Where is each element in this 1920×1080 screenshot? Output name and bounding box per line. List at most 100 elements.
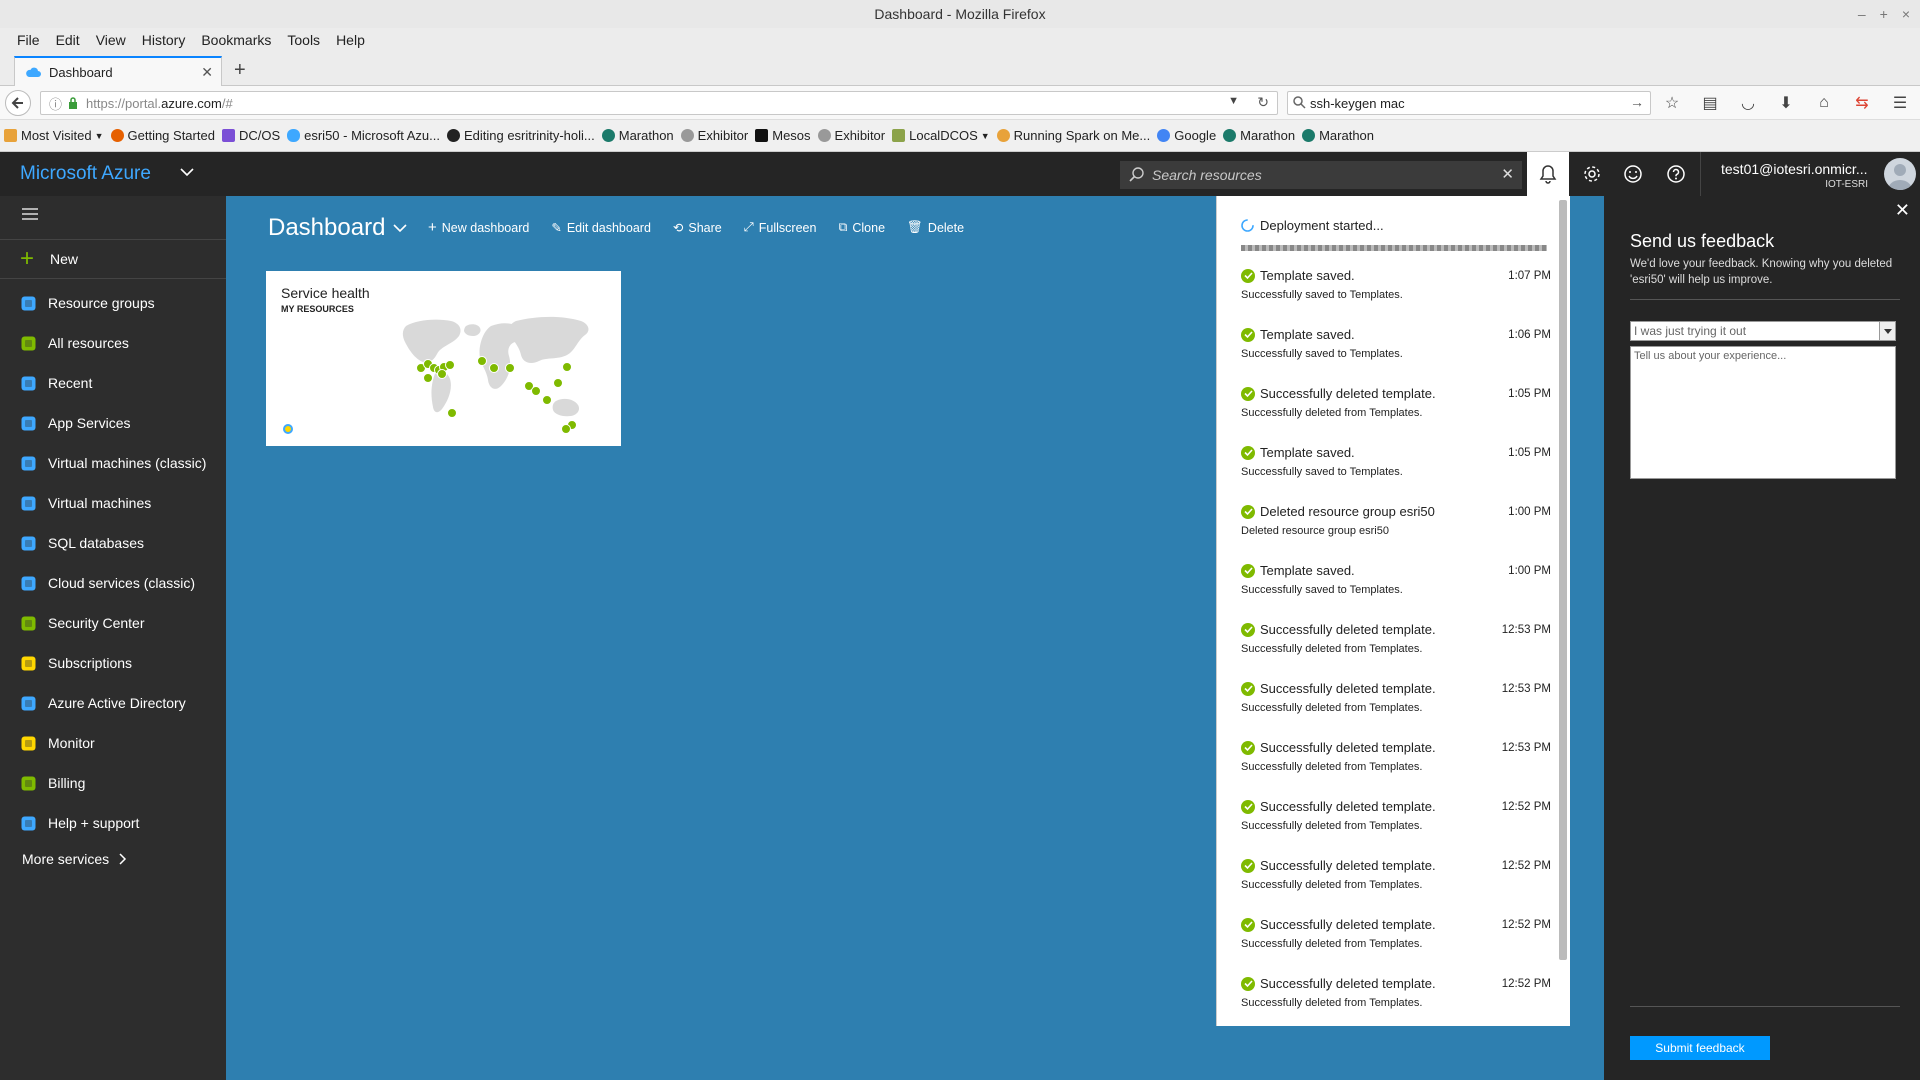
sidebar-item-recent[interactable]: Recent: [0, 363, 226, 403]
share-button[interactable]: ⟲ Share: [673, 219, 722, 236]
more-services-link[interactable]: More services: [22, 851, 127, 867]
bookmark-getting-started[interactable]: Getting Started: [110, 128, 215, 143]
notifications-scrollbar[interactable]: [1559, 200, 1567, 960]
notification-item[interactable]: Template saved. Successfully saved to Tem…: [1241, 563, 1551, 619]
sidebar-item-subscriptions[interactable]: Subscriptions: [0, 643, 226, 683]
bookmark-mesos[interactable]: Mesos: [755, 128, 811, 143]
bookmark-most-visited[interactable]: Most Visited ▼: [4, 128, 104, 143]
menu-tools[interactable]: Tools: [279, 32, 328, 48]
search-value: ssh-keygen mac: [1310, 95, 1405, 111]
service-health-tile[interactable]: Service health MY RESOURCES: [266, 271, 621, 446]
bookmark-running-spark[interactable]: Running Spark on Me...: [996, 128, 1150, 143]
notification-item[interactable]: Successfully deleted template. Successful…: [1241, 681, 1551, 737]
pocket-icon[interactable]: ◡: [1738, 93, 1758, 113]
sidebar-item-cloud-services-classic[interactable]: Cloud services (classic): [0, 563, 226, 603]
sidebar-item-virtual-machines[interactable]: Virtual machines: [0, 483, 226, 523]
marathon-icon: [1223, 129, 1237, 142]
sync-arrows-icon[interactable]: ⇆: [1852, 93, 1872, 113]
feedback-textarea[interactable]: Tell us about your experience...: [1630, 346, 1896, 479]
tab-dashboard[interactable]: Dashboard ✕: [14, 56, 222, 86]
user-account-menu[interactable]: test01@iotesri.onmicr... IOT-ESRI: [1700, 152, 1920, 196]
sidebar-item-help-support[interactable]: Help + support: [0, 803, 226, 843]
lock-icon[interactable]: [68, 97, 78, 109]
help-button[interactable]: [1655, 152, 1697, 196]
resource-search-input[interactable]: Search resources ✕: [1120, 161, 1522, 189]
feedback-reason-select[interactable]: I was just trying it out: [1630, 321, 1896, 341]
chevron-down-icon[interactable]: [180, 168, 194, 177]
search-go-icon[interactable]: →: [1630, 94, 1644, 110]
sidebar-item-label: Billing: [48, 775, 86, 791]
sidebar-new-button[interactable]: + New: [0, 239, 226, 279]
notification-item[interactable]: Template saved. Successfully saved to Tem…: [1241, 445, 1551, 501]
sidebar-item-resource-groups[interactable]: Resource groups: [0, 283, 226, 323]
notification-item[interactable]: Deleted resource group esri50 Deleted res…: [1241, 504, 1551, 560]
menu-history[interactable]: History: [134, 32, 194, 48]
bookmark-marathon[interactable]: Marathon: [601, 128, 674, 143]
menu-bookmarks[interactable]: Bookmarks: [193, 32, 279, 48]
url-bar[interactable]: ⓘ https://portal. azure.com/# ▼ ↻: [40, 91, 1278, 115]
close-icon[interactable]: ✕: [1895, 200, 1910, 221]
notification-item[interactable]: Successfully deleted template. Successful…: [1241, 858, 1551, 914]
submit-feedback-button[interactable]: Submit feedback: [1630, 1036, 1770, 1060]
sidebar-item-app-services[interactable]: App Services: [0, 403, 226, 443]
feedback-smiley-button[interactable]: [1612, 152, 1654, 196]
home-icon[interactable]: ⌂: [1814, 93, 1834, 113]
notification-item[interactable]: Successfully deleted template. Successful…: [1241, 799, 1551, 855]
clear-search-icon[interactable]: ✕: [1501, 165, 1514, 183]
dashboard-title-selector[interactable]: Dashboard: [268, 214, 407, 242]
delete-button[interactable]: 🗑 Delete: [907, 219, 964, 236]
notification-item[interactable]: Successfully deleted template. Successful…: [1241, 740, 1551, 796]
bookmark-exhibitor-2[interactable]: Exhibitor: [817, 128, 885, 143]
notification-item[interactable]: Successfully deleted template. Successful…: [1241, 622, 1551, 678]
notification-item[interactable]: Template saved. Successfully saved to Tem…: [1241, 327, 1551, 383]
download-icon[interactable]: ⬇: [1776, 93, 1796, 113]
settings-button[interactable]: [1571, 152, 1613, 196]
star-icon[interactable]: ☆: [1662, 93, 1682, 113]
minimize-icon[interactable]: –: [1858, 0, 1866, 28]
reader-list-icon[interactable]: ▤: [1700, 93, 1720, 113]
menu-edit[interactable]: Edit: [48, 32, 88, 48]
new-tab-icon[interactable]: +: [234, 60, 246, 80]
clone-button[interactable]: ⧉ Clone: [838, 219, 885, 236]
sidebar-item-virtual-machines-classic[interactable]: Virtual machines (classic): [0, 443, 226, 483]
menu-help[interactable]: Help: [328, 32, 373, 48]
menu-view[interactable]: View: [88, 32, 134, 48]
bookmark-exhibitor[interactable]: Exhibitor: [680, 128, 748, 143]
new-dashboard-button[interactable]: + New dashboard: [428, 219, 529, 236]
menu-file[interactable]: File: [9, 32, 48, 48]
close-window-icon[interactable]: ×: [1902, 0, 1910, 28]
app-services-icon: [20, 415, 37, 432]
hamburger-icon[interactable]: [22, 208, 38, 220]
azure-brand[interactable]: Microsoft Azure: [20, 163, 151, 185]
bookmark-dcos[interactable]: DC/OS: [221, 128, 280, 143]
sidebar-item-security-center[interactable]: Security Center: [0, 603, 226, 643]
sidebar-item-sql-databases[interactable]: SQL databases: [0, 523, 226, 563]
hamburger-menu-icon[interactable]: ☰: [1890, 93, 1910, 113]
notification-title-row: Template saved.: [1241, 563, 1355, 578]
bookmark-esri50[interactable]: esri50 - Microsoft Azu...: [287, 128, 440, 143]
sidebar-item-all-resources[interactable]: All resources: [0, 323, 226, 363]
url-dropdown-icon[interactable]: ▼: [1228, 95, 1239, 107]
edit-dashboard-button[interactable]: ✎ Edit dashboard: [551, 219, 651, 236]
notification-item[interactable]: Successfully deleted template. Successful…: [1241, 386, 1551, 442]
info-icon[interactable]: ⓘ: [49, 94, 62, 113]
search-bar[interactable]: ssh-keygen mac →: [1287, 91, 1651, 115]
bookmark-marathon-3[interactable]: Marathon: [1302, 128, 1374, 143]
notifications-button[interactable]: [1527, 152, 1569, 196]
bookmark-localdcos[interactable]: LocalDCOS ▼: [892, 128, 990, 143]
sidebar-item-billing[interactable]: Billing: [0, 763, 226, 803]
bookmark-marathon-2[interactable]: Marathon: [1223, 128, 1295, 143]
notification-item[interactable]: Successfully deleted template. Successful…: [1241, 976, 1551, 1032]
bookmark-google[interactable]: Google: [1157, 128, 1216, 143]
notification-item[interactable]: Successfully deleted template. Successful…: [1241, 917, 1551, 973]
notification-time: 1:00 PM: [1508, 565, 1551, 577]
fullscreen-button[interactable]: ⤢ Fullscreen: [744, 219, 817, 236]
close-tab-icon[interactable]: ✕: [201, 64, 213, 81]
back-button[interactable]: [5, 90, 31, 116]
reload-icon[interactable]: ↻: [1257, 94, 1269, 111]
maximize-icon[interactable]: +: [1880, 0, 1888, 28]
sidebar-item-azure-active-directory[interactable]: Azure Active Directory: [0, 683, 226, 723]
bookmark-editing[interactable]: Editing esritrinity-holi...: [446, 128, 595, 143]
notification-item[interactable]: Template saved. Successfully saved to Tem…: [1241, 268, 1551, 324]
sidebar-item-monitor[interactable]: Monitor: [0, 723, 226, 763]
